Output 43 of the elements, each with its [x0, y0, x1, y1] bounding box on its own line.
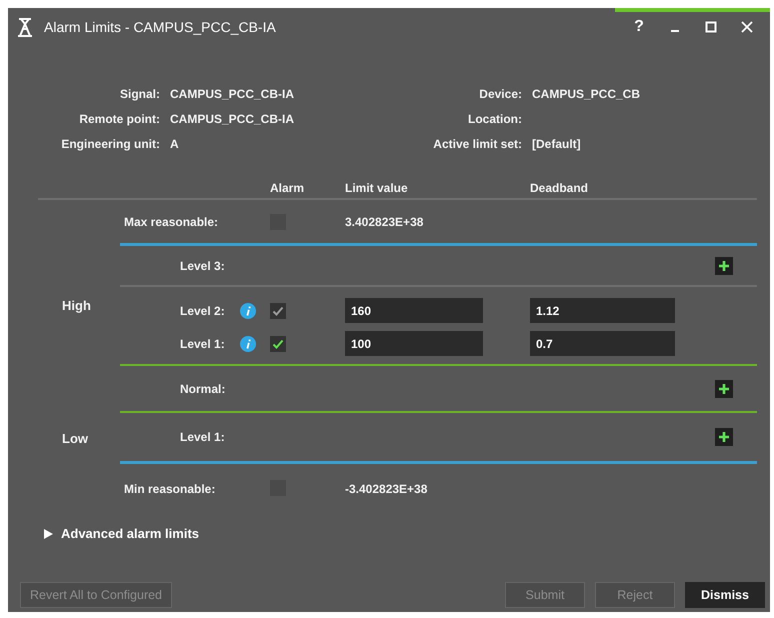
- level-label: Level 3:: [179, 258, 226, 274]
- limit-field[interactable]: 100: [345, 331, 483, 356]
- add-button[interactable]: [715, 380, 733, 398]
- group-label: High: [62, 297, 91, 316]
- level-label: Normal:: [179, 380, 226, 398]
- info-icon[interactable]: [240, 336, 256, 352]
- close-icon: [741, 21, 753, 33]
- field-label: Remote point:: [78, 111, 160, 128]
- row-label: Max reasonable:: [123, 214, 220, 230]
- field-value: A: [170, 136, 180, 153]
- plus-icon: [718, 382, 730, 394]
- action-button[interactable]: Dismiss: [685, 582, 765, 608]
- plus-icon: [718, 260, 730, 272]
- advanced-toggle[interactable]: Advanced alarm limits: [44, 524, 199, 544]
- field-value: CAMPUS_PCC_CB-IA: [170, 111, 296, 128]
- column-header: Deadband: [530, 180, 590, 197]
- field-value: CAMPUS_PCC_CB-IA: [170, 86, 296, 103]
- field-value: CAMPUS_PCC_CB: [532, 86, 642, 103]
- limit-value: 3.402823E+38: [345, 214, 424, 230]
- checkbox[interactable]: [270, 336, 286, 352]
- info-icon[interactable]: [240, 302, 256, 318]
- field-label: Engineering unit:: [60, 136, 160, 153]
- plus-icon: [718, 431, 730, 443]
- field-value: [Default]: [532, 136, 582, 153]
- level-label: Level 1:: [179, 429, 226, 446]
- minimize-icon: [671, 30, 679, 32]
- limit-value: -3.402823E+38: [345, 481, 428, 498]
- deadband-field[interactable]: 0.7: [530, 331, 675, 356]
- field-label: Signal:: [118, 86, 160, 103]
- column-header: Limit value: [345, 180, 409, 197]
- help-button[interactable]: ?: [626, 15, 652, 39]
- row-label: Min reasonable:: [123, 481, 216, 498]
- level-label: Level 1:: [179, 336, 226, 352]
- group-label: Low: [62, 430, 88, 448]
- add-button[interactable]: [715, 428, 733, 446]
- field-label: Active limit set:: [432, 136, 522, 153]
- maximize-icon: [705, 21, 717, 33]
- level-label: Level 2:: [179, 302, 226, 320]
- field-label: Location:: [467, 111, 522, 128]
- column-header: Alarm: [270, 180, 306, 197]
- window-title: Alarm Limits - CAMPUS_PCC_CB-IA: [44, 18, 276, 37]
- add-button[interactable]: [715, 256, 733, 274]
- field-label: Device:: [478, 86, 522, 103]
